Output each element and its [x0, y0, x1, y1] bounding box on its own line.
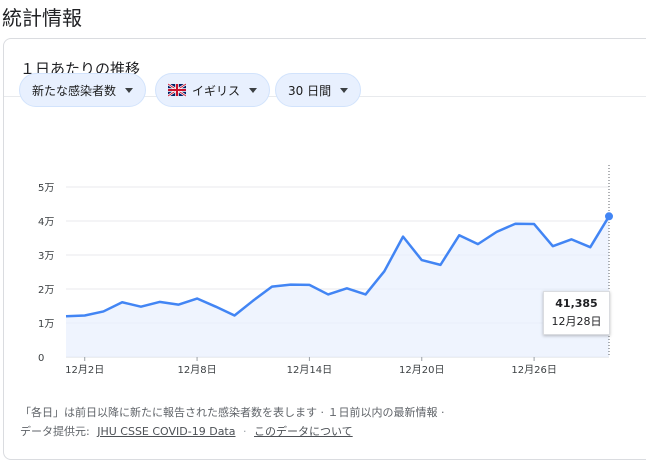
cases-chart[interactable]: 0 1万 2万 3万 4万 5万 12月2日 12月8日 12月14日 12月20日 12月26日	[0, 0, 646, 443]
x-tick-label: 12月26日	[511, 364, 556, 376]
x-tick-label: 12月20日	[399, 364, 444, 376]
y-tick-label: 4万	[38, 217, 54, 228]
y-tick-label: 2万	[38, 285, 54, 296]
tooltip-value: 41,385	[555, 297, 598, 310]
tooltip-date: 12月28日	[551, 315, 602, 328]
chart-tooltip: 41,385 12月28日	[543, 291, 610, 335]
source-prefix: データ提供元:	[20, 425, 90, 438]
x-tick-label: 12月8日	[178, 364, 217, 376]
x-tick-label: 12月14日	[287, 364, 332, 376]
source-link[interactable]: JHU CSSE COVID-19 Data	[97, 425, 235, 438]
separator: ·	[243, 425, 247, 438]
area-fill	[66, 216, 609, 357]
x-tick-label: 12月2日	[65, 364, 104, 376]
y-tick-label: 5万	[38, 183, 54, 194]
y-tick-label: 3万	[38, 251, 54, 262]
highlight-point	[605, 212, 613, 221]
y-tick-label: 1万	[38, 319, 54, 330]
footer-note: 「各日」は前日以降に新たに報告された感染者数を表します · １日前以内の最新情報…	[20, 406, 445, 419]
about-data-link[interactable]: このデータについて	[254, 425, 353, 438]
footer-source: データ提供元: JHU CSSE COVID-19 Data · このデータにつ…	[20, 423, 353, 439]
y-tick-label: 0	[38, 353, 44, 364]
